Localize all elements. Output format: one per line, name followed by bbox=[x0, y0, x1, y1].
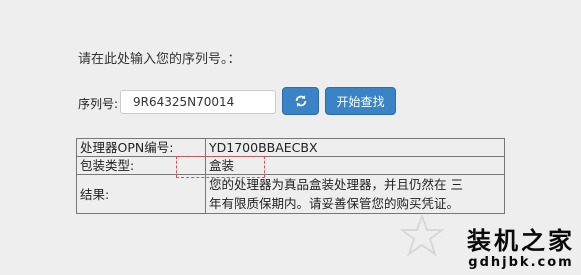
result-line-1: 您的处理器为真品盒装处理器，并且仍然在 三 bbox=[209, 177, 463, 192]
refresh-button[interactable] bbox=[282, 87, 319, 115]
package-type-value: 盒装 bbox=[205, 156, 505, 175]
table-row: 包装类型: 盒装 bbox=[76, 156, 505, 175]
result-table: 处理器OPN编号: YD1700BBAECBX 包装类型: 盒装 结果: 您的处… bbox=[76, 138, 505, 214]
package-type-label: 包装类型: bbox=[76, 156, 206, 175]
watermark: 装机之家 gdhjbk.com bbox=[467, 227, 575, 271]
watermark-star-icon bbox=[400, 214, 444, 256]
serial-input[interactable] bbox=[120, 90, 276, 114]
start-search-button[interactable]: 开始查找 bbox=[325, 87, 396, 115]
table-row: 结果: 您的处理器为真品盒装处理器，并且仍然在 三 年有限质保期内。请妥善保管您… bbox=[76, 174, 505, 214]
result-value: 您的处理器为真品盒装处理器，并且仍然在 三 年有限质保期内。请妥善保管您的购买凭… bbox=[205, 174, 505, 214]
refresh-icon bbox=[295, 95, 306, 107]
serial-label: 序列号: bbox=[78, 97, 119, 111]
watermark-url: gdhjbk.com bbox=[468, 255, 574, 270]
table-row: 处理器OPN编号: YD1700BBAECBX bbox=[76, 138, 505, 157]
result-line-2: 年有限质保期内。请妥善保管您的购买凭证。 bbox=[209, 196, 460, 211]
opn-value: YD1700BBAECBX bbox=[205, 138, 505, 157]
serial-prompt: 请在此处输入您的序列号。： bbox=[78, 52, 241, 67]
result-label: 结果: bbox=[76, 174, 206, 214]
opn-label: 处理器OPN编号: bbox=[76, 138, 206, 157]
watermark-title: 装机之家 bbox=[467, 226, 575, 255]
